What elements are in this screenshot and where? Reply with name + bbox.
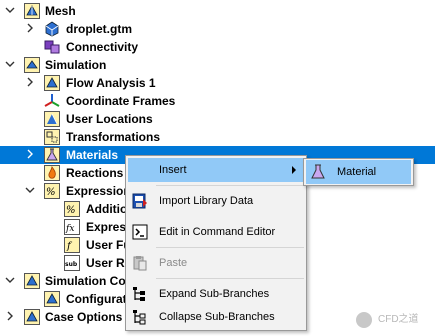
context-menu: Insert Import Library Data Edit in Comma… — [125, 155, 307, 331]
tree-row-transformations[interactable]: Transformations — [0, 128, 435, 146]
tree-label-expressions-child: Expres — [86, 220, 127, 234]
menu-item-import-library-data[interactable]: Import Library Data — [128, 189, 304, 213]
menu-item-import-library-data-label: Import Library Data — [159, 195, 254, 207]
svg-text:%: % — [66, 205, 76, 216]
tree-row-connectivity[interactable]: Connectivity — [0, 38, 435, 56]
tree-label-mesh: Mesh — [45, 4, 76, 18]
flow-analysis-icon — [44, 75, 60, 91]
menu-item-insert[interactable]: Insert — [128, 158, 304, 182]
tree-label-droplet-gtm: droplet.gtm — [66, 22, 132, 36]
transformations-icon — [44, 129, 60, 145]
collapse-icon[interactable] — [4, 56, 18, 74]
mesh-file-icon — [44, 21, 60, 37]
tree-label-user-routines: User R — [86, 256, 125, 270]
expressions-icon: % — [44, 183, 60, 199]
submenu-arrow-icon — [292, 166, 296, 174]
menu-item-paste-label: Paste — [159, 257, 188, 269]
svg-text:%: % — [46, 187, 56, 198]
collapse-icon[interactable] — [4, 2, 18, 20]
connectivity-icon — [44, 39, 60, 55]
menu-item-collapse-sub-branches[interactable]: Collapse Sub-Branches — [128, 305, 304, 329]
coordinate-frames-icon — [44, 93, 60, 109]
simulation-icon — [24, 57, 40, 73]
tree-label-simulation: Simulation — [45, 58, 107, 72]
menu-separator — [156, 278, 304, 279]
expand-icon[interactable] — [24, 20, 38, 38]
collapse-icon[interactable] — [4, 272, 18, 290]
material-flask-icon — [310, 164, 326, 180]
tree-label-materials: Materials — [66, 148, 119, 162]
tree-row-mesh[interactable]: Mesh — [0, 2, 435, 20]
tree-row-flow-analysis[interactable]: Flow Analysis 1 — [0, 74, 435, 92]
menu-item-expand-sub-branches-label: Expand Sub-Branches — [159, 288, 270, 300]
watermark-logo-icon — [356, 312, 372, 328]
tree-row-coordinate-frames[interactable]: Coordinate Frames — [0, 92, 435, 110]
additional-variables-icon: % — [64, 201, 80, 217]
reactions-flame-icon — [44, 165, 60, 181]
tree-label-transformations: Transformations — [66, 130, 161, 144]
insert-submenu: Material — [303, 158, 414, 186]
menu-item-collapse-sub-branches-label: Collapse Sub-Branches — [159, 311, 275, 323]
menu-item-edit-in-command-editor[interactable]: Edit in Command Editor — [128, 220, 304, 244]
user-locations-icon — [44, 111, 60, 127]
submenu-item-material[interactable]: Material — [306, 160, 411, 184]
user-routines-icon: sub — [64, 255, 80, 271]
command-editor-icon — [132, 224, 148, 240]
collapse-icon[interactable] — [24, 182, 38, 200]
materials-flask-icon — [44, 147, 60, 163]
menu-item-expand-sub-branches[interactable]: Expand Sub-Branches — [128, 282, 304, 306]
tree-label-additional: Additio — [86, 202, 128, 216]
simulation-control-icon — [24, 273, 40, 289]
menu-item-paste[interactable]: Paste — [128, 251, 304, 275]
tree-label-flow-analysis: Flow Analysis 1 — [66, 76, 156, 90]
tree-label-user-locations: User Locations — [66, 112, 153, 126]
tree-row-user-locations[interactable]: User Locations — [0, 110, 435, 128]
expand-icon[interactable] — [24, 146, 38, 164]
svg-text:fx: fx — [65, 224, 74, 234]
tree-label-reactions: Reactions — [66, 166, 124, 180]
tree-label-simulation-control: Simulation Co — [45, 274, 126, 288]
tree-label-configurations: Configurat — [66, 292, 127, 306]
svg-text:sub: sub — [65, 261, 78, 268]
mesh-icon — [24, 3, 40, 19]
tree-label-case-options: Case Options — [45, 310, 123, 324]
case-options-icon — [24, 309, 40, 325]
expand-icon[interactable] — [4, 308, 18, 326]
user-functions-icon: f — [64, 237, 80, 253]
tree-label-coordinate-frames: Coordinate Frames — [66, 94, 176, 108]
expand-branches-icon — [132, 286, 148, 302]
tree-row-simulation[interactable]: Simulation — [0, 56, 435, 74]
menu-separator — [156, 247, 304, 248]
menu-item-edit-in-command-editor-label: Edit in Command Editor — [159, 226, 276, 238]
configurations-icon — [44, 291, 60, 307]
collapse-branches-icon — [132, 309, 148, 325]
submenu-item-material-label: Material — [337, 166, 377, 178]
tree-row-droplet-gtm[interactable]: droplet.gtm — [0, 20, 435, 38]
tree-label-user-functions: User Fu — [86, 238, 131, 252]
expand-icon[interactable] — [24, 74, 38, 92]
expression-icon: fx — [64, 219, 80, 235]
import-library-icon — [132, 193, 148, 209]
watermark-text: CFD之道 — [378, 314, 419, 325]
menu-item-insert-label: Insert — [159, 164, 187, 176]
paste-icon — [132, 255, 148, 271]
tree-label-connectivity: Connectivity — [66, 40, 139, 54]
menu-separator — [156, 185, 304, 186]
